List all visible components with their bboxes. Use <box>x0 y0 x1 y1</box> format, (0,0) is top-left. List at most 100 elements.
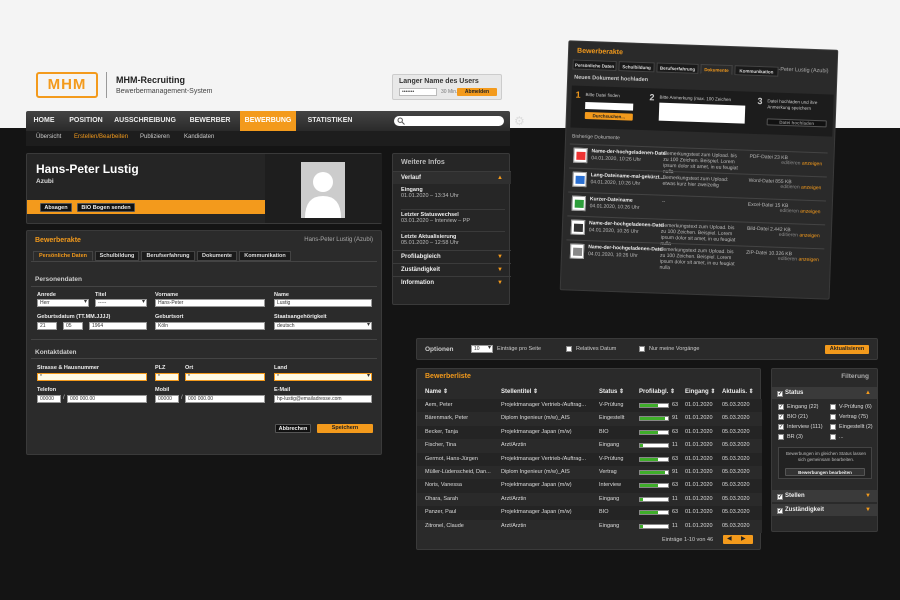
mobil-prefix-input[interactable]: 00000 <box>155 395 179 403</box>
prev-page-icon[interactable]: ◀ <box>727 535 732 542</box>
email-input[interactable]: hp-lustig@emailadresse.com <box>274 395 372 403</box>
per-page-select[interactable]: 10 <box>471 345 493 353</box>
view-link[interactable]: anzeigen <box>798 257 818 264</box>
tab-school[interactable]: Schulbildung <box>95 251 139 261</box>
table-row[interactable]: Bärenmark, Peter Diplom Ingenieur (m/w)_A… <box>417 412 762 426</box>
nav-statistiken[interactable]: STATISTIKEN <box>300 111 360 131</box>
tab-documents[interactable]: Dokumente <box>700 63 733 76</box>
staat-select[interactable]: deutsch <box>274 322 372 330</box>
subnav-erstellen[interactable]: Erstellen/Bearbeiten <box>74 134 128 140</box>
subnav-publizieren[interactable]: Publizieren <box>140 134 170 140</box>
tab-school[interactable]: Schulbildung <box>618 61 655 73</box>
titel-select[interactable]: ----- <box>95 299 147 307</box>
search-input[interactable] <box>394 116 504 126</box>
subnav-kandidaten[interactable]: Kandidaten <box>184 134 214 140</box>
bulk-edit-button[interactable]: Bewerbungen bearbeiten <box>785 468 865 476</box>
tab-documents[interactable]: Dokumente <box>197 251 237 261</box>
filter-checkbox[interactable] <box>830 434 836 440</box>
tab-experience[interactable]: Berufserfahrung <box>656 62 699 74</box>
edit-link[interactable]: editieren <box>780 208 799 215</box>
bio-send-button[interactable]: BIO Bogen senden <box>77 203 135 212</box>
zustaendigkeit-header[interactable]: Zuständigkeit ▼ <box>393 263 511 276</box>
filter-checkbox[interactable] <box>778 434 784 440</box>
nav-position[interactable]: POSITION <box>64 111 108 131</box>
information-header[interactable]: Information ▼ <box>393 276 511 289</box>
strasse-input[interactable]: * <box>37 373 147 381</box>
birth-year-input[interactable]: 1964 <box>89 322 147 330</box>
nav-ausschreibung[interactable]: AUSSCHREIBUNG <box>110 111 180 131</box>
refresh-button[interactable]: Aktualisieren <box>825 345 869 354</box>
telefon-prefix-input[interactable]: 00000 <box>37 395 61 403</box>
zustaendigkeit-checkbox[interactable]: ✓ <box>777 508 783 514</box>
col-aktualis[interactable]: Aktualis. ⇕ <box>722 388 754 395</box>
stellen-section[interactable]: ✓ Stellen ▼ <box>772 490 877 502</box>
table-row[interactable]: Müller-Lüdenscheid, Dan... Diplom Ingenie… <box>417 466 762 480</box>
upload-button[interactable]: Datei hochladen <box>766 118 827 128</box>
table-row[interactable]: Noris, Vanessa Projektmanager Japan (m/w)… <box>417 479 762 493</box>
col-profil[interactable]: Profilabgl. ⇕ <box>639 388 675 395</box>
edit-link[interactable]: editieren <box>778 256 797 263</box>
table-row[interactable]: Germot, Hans-Jürgen Projektmanager Vertri… <box>417 452 762 466</box>
tab-communication[interactable]: Kommunikation <box>734 65 779 77</box>
table-row[interactable]: Aem, Peter Projektmanager Vertrieb-/Auftr… <box>417 399 762 413</box>
mine-only-checkbox[interactable] <box>639 346 645 352</box>
logout-button[interactable]: Abmelden <box>457 88 497 96</box>
next-page-icon[interactable]: ▶ <box>741 535 746 542</box>
col-status[interactable]: Status ⇕ <box>599 388 624 395</box>
vorname-input[interactable]: Hans-Peter <box>155 299 265 307</box>
nav-bewerbung[interactable]: BEWERBUNG <box>240 111 296 131</box>
telefon-input[interactable]: 000 000.00 <box>67 395 147 403</box>
nav-bewerber[interactable]: BEWERBER <box>182 111 238 131</box>
filter-checkbox[interactable] <box>830 404 836 410</box>
table-row[interactable]: Becker, Tanja Projektmanager Japan (m/w) B… <box>417 425 762 440</box>
col-eingang[interactable]: Eingang ⇕ <box>685 388 715 395</box>
mobil-input[interactable]: 000 000.00 <box>185 395 265 403</box>
ort-input[interactable]: * <box>185 373 265 381</box>
birth-day-input[interactable]: 21 <box>37 322 57 330</box>
stellen-checkbox[interactable]: ✓ <box>777 494 783 500</box>
subnav-uebersicht[interactable]: Übersicht <box>36 134 61 140</box>
filter-checkbox[interactable]: ✓ <box>778 404 784 410</box>
tab-communication[interactable]: Kommunikation <box>239 251 291 261</box>
view-link[interactable]: anzeigen <box>800 209 820 216</box>
tab-personal[interactable]: Persönliche Daten <box>572 59 617 72</box>
verlauf-header[interactable]: Verlauf ▲ <box>393 171 511 184</box>
filter-checkbox[interactable] <box>830 414 836 420</box>
plz-input[interactable]: * <box>155 373 179 381</box>
table-row[interactable]: Ohara, Sarah Arzt/Ärztin Eingang 11 01.01.20… <box>417 492 762 507</box>
edit-link[interactable]: editieren <box>779 232 798 239</box>
tab-experience[interactable]: Berufserfahrung <box>141 251 195 261</box>
filter-checkbox[interactable] <box>830 424 836 430</box>
reject-button[interactable]: Absagen <box>40 203 72 212</box>
col-name[interactable]: Name ⇕ <box>425 388 448 395</box>
tab-personal[interactable]: Persönliche Daten <box>33 251 93 261</box>
nav-home[interactable]: HOME <box>26 111 62 131</box>
status-checkbox[interactable]: ✓ <box>777 391 783 397</box>
status-section[interactable]: ✓ Status ▲ <box>772 387 877 399</box>
table-row[interactable]: Panzer, Paul Projektmanager Japan (m/w) BI… <box>417 506 762 520</box>
cancel-button[interactable]: Abbrechen <box>275 424 311 433</box>
profilabgleich-header[interactable]: Profilabgleich ▼ <box>393 250 511 263</box>
gear-icon[interactable]: ⚙ <box>514 114 525 128</box>
remark-textarea[interactable] <box>658 102 746 124</box>
land-select[interactable]: * <box>274 373 372 381</box>
filter-checkbox[interactable]: ✓ <box>778 414 784 420</box>
edit-link[interactable]: editieren <box>781 160 800 167</box>
view-link[interactable]: anzeigen <box>801 185 821 192</box>
relative-date-checkbox[interactable] <box>566 346 572 352</box>
view-link[interactable]: anzeigen <box>799 233 819 240</box>
file-input[interactable] <box>585 101 634 111</box>
zustaendigkeit-section[interactable]: ✓ Zuständigkeit ▼ <box>772 504 877 516</box>
save-button[interactable]: Speichern <box>317 424 373 433</box>
filter-checkbox[interactable]: ✓ <box>778 424 784 430</box>
browse-button[interactable]: Durchsuchen... <box>584 111 633 121</box>
table-row[interactable]: Fischer, Tina Arzt/Ärztin Eingang 11 01.01.2… <box>417 439 762 453</box>
edit-link[interactable]: editieren <box>780 184 799 191</box>
view-link[interactable]: anzeigen <box>802 161 822 168</box>
birth-month-input[interactable]: 05 <box>63 322 83 330</box>
geburtsort-input[interactable]: Köln <box>155 322 265 330</box>
col-stelle[interactable]: Stellentitel ⇕ <box>501 388 538 395</box>
name-input[interactable]: Lustig <box>274 299 372 307</box>
table-row[interactable]: Zitronel, Claude Arzt/Ärztin Eingang 11 01.0… <box>417 519 762 533</box>
anrede-select[interactable]: Herr <box>37 299 89 307</box>
